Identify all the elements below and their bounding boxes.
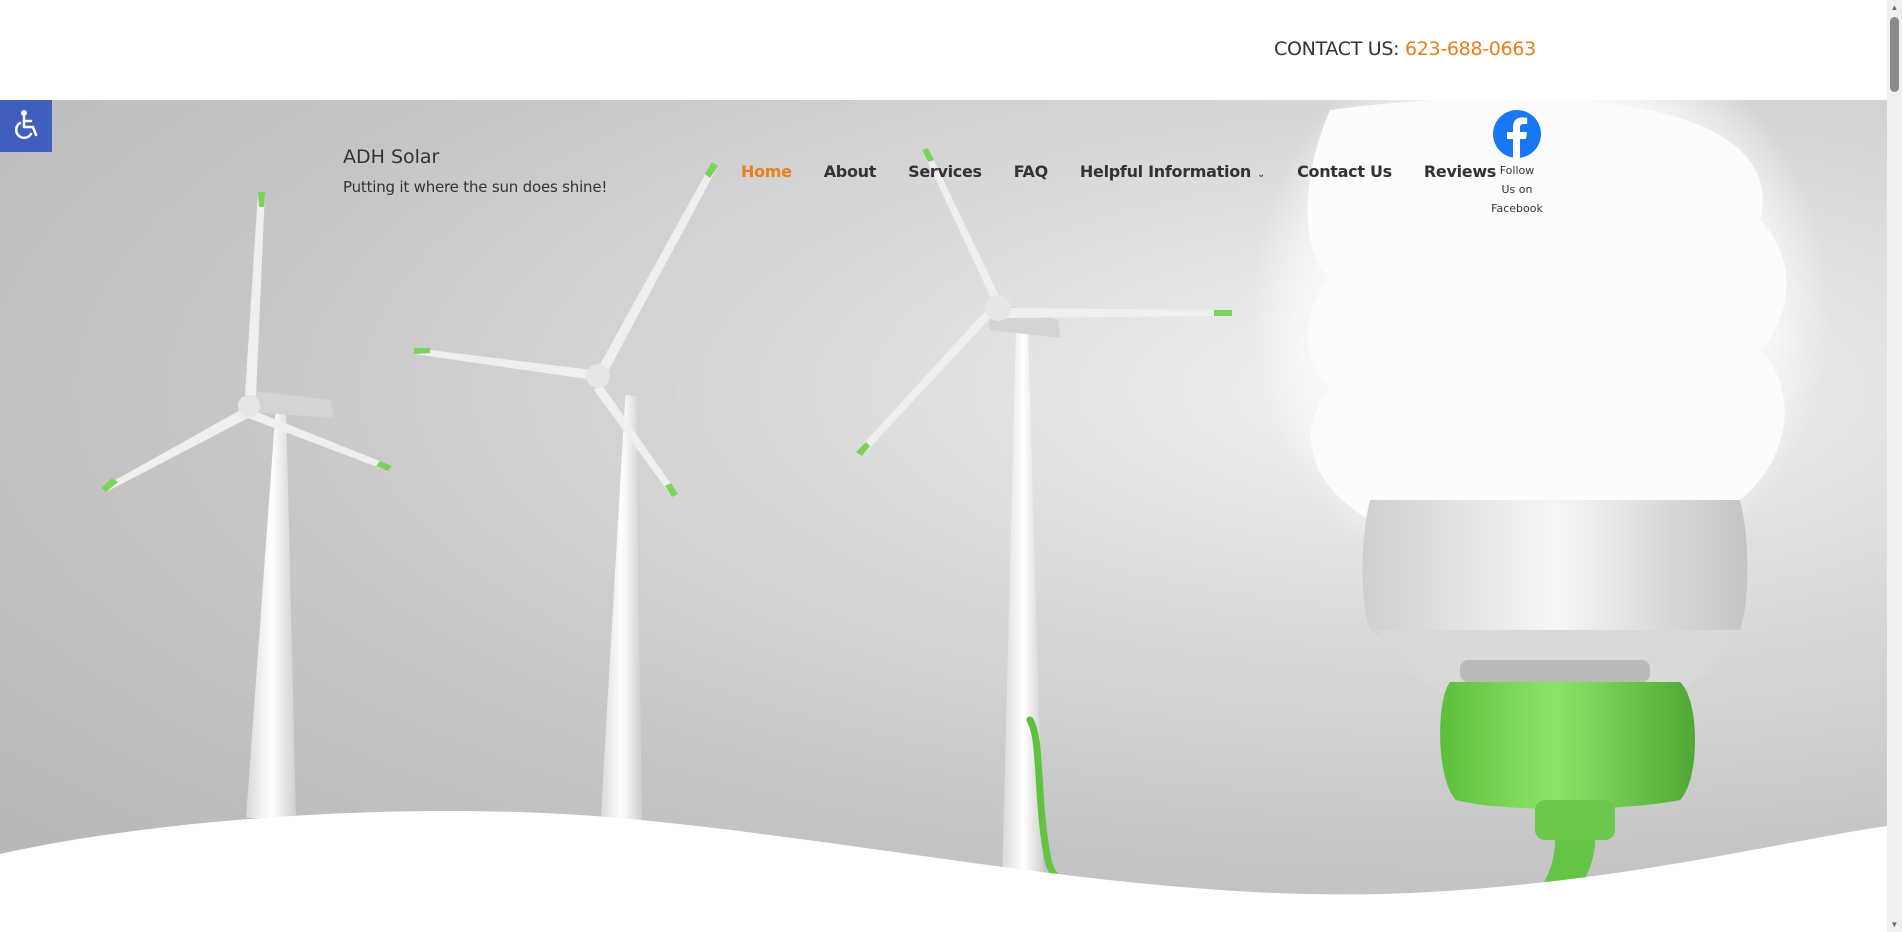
main-nav: Home About Services FAQ Helpful Informat… xyxy=(741,162,1528,181)
facebook-caption-line2: Us on xyxy=(1501,183,1533,196)
wind-turbine-2 xyxy=(414,162,718,830)
wind-turbine-3 xyxy=(856,148,1232,886)
site-tagline: Putting it where the sun does shine! xyxy=(343,178,608,196)
facebook-caption-line1: Follow xyxy=(1499,164,1535,177)
nav-item-reviews[interactable]: Reviews xyxy=(1424,162,1496,181)
nav-item-services[interactable]: Services xyxy=(908,162,982,181)
vertical-scrollbar[interactable]: ▲ ▼ xyxy=(1887,0,1902,932)
scroll-up-arrow-icon[interactable]: ▲ xyxy=(1887,0,1902,15)
scroll-down-arrow-icon[interactable]: ▼ xyxy=(1887,917,1902,932)
scrollbar-thumb[interactable] xyxy=(1890,17,1899,92)
wheelchair-icon xyxy=(9,107,43,146)
wind-turbine-1 xyxy=(101,192,392,818)
nav-item-label: Helpful Information xyxy=(1079,162,1251,181)
chevron-down-icon: ⌄ xyxy=(1256,169,1266,180)
top-bar: CONTACT US: 623-688-0663 xyxy=(0,0,1887,100)
site-title[interactable]: ADH Solar xyxy=(343,146,607,168)
facebook-caption: Follow Us on Facebook xyxy=(1490,161,1544,218)
nav-item-faq[interactable]: FAQ xyxy=(1014,162,1048,181)
hero-banner xyxy=(0,100,1887,932)
facebook-caption-line3: Facebook xyxy=(1491,202,1543,215)
site-branding: ADH Solar Putting it where the sun does … xyxy=(343,146,607,196)
facebook-icon xyxy=(1493,110,1541,158)
accessibility-button[interactable] xyxy=(0,100,52,152)
light-bulb xyxy=(1250,100,1830,932)
nav-item-helpful-information[interactable]: Helpful Information ⌄ xyxy=(1080,162,1265,181)
phone-link[interactable]: 623-688-0663 xyxy=(1405,38,1536,60)
nav-item-about[interactable]: About xyxy=(824,162,877,181)
facebook-link[interactable]: Follow Us on Facebook xyxy=(1490,110,1544,218)
nav-item-home[interactable]: Home xyxy=(741,162,792,181)
contact-label: CONTACT US: xyxy=(1274,38,1405,60)
contact-info: CONTACT US: 623-688-0663 xyxy=(1274,38,1536,60)
hero-illustration xyxy=(0,100,1887,932)
nav-item-contact-us[interactable]: Contact Us xyxy=(1297,162,1392,181)
